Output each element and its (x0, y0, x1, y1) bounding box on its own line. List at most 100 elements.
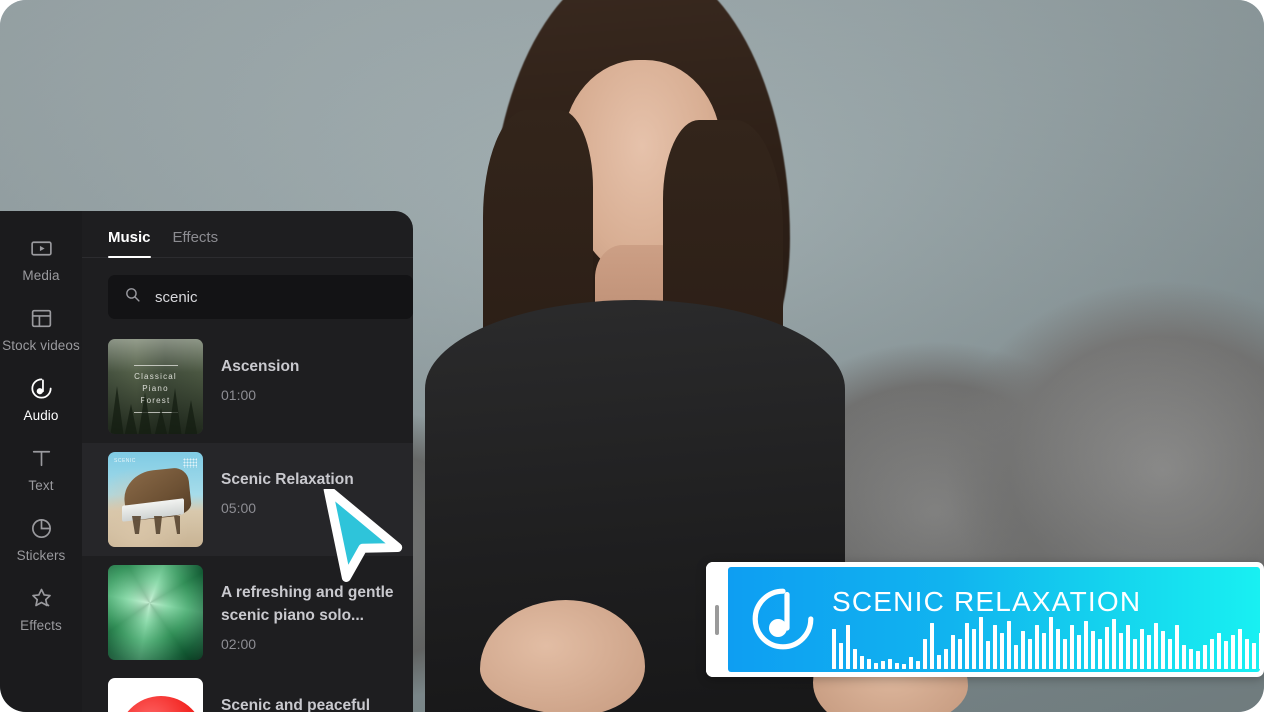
waveform-bar (881, 661, 885, 669)
sidebar-item-media[interactable]: Media (0, 235, 82, 283)
waveform-bar (937, 655, 941, 669)
tool-rail: Media Stock videos Audio Text Stickers E… (0, 211, 82, 712)
app-window: Media Stock videos Audio Text Stickers E… (0, 0, 1264, 712)
waveform-bar (1091, 631, 1095, 669)
drag-handle-icon (715, 604, 719, 635)
album-art-piano: SCENIC (108, 452, 203, 547)
waveform-bar (1112, 619, 1116, 669)
art-piano-legs (132, 516, 180, 534)
waveform-bar (909, 657, 913, 669)
sidebar-item-stickers[interactable]: Stickers (0, 515, 82, 563)
art-trees (108, 339, 203, 434)
waveform-bar (1056, 629, 1060, 669)
waveform-bar (1007, 621, 1011, 669)
waveform-bar (1252, 643, 1256, 669)
album-art-flower (108, 565, 203, 660)
waveform-bar (1133, 639, 1137, 669)
audio-icon (28, 375, 54, 401)
list-item[interactable]: A refreshing and gentle scenic piano sol… (82, 556, 413, 669)
stock-videos-icon (28, 305, 54, 331)
clip-left-handle[interactable] (706, 562, 728, 677)
sidebar-item-effects[interactable]: Effects (0, 585, 82, 633)
waveform-bar (1140, 629, 1144, 669)
waveform-bar (958, 639, 962, 669)
waveform-bar (1070, 625, 1074, 669)
waveform-bar (1063, 639, 1067, 669)
list-item[interactable]: Scenic and peaceful (82, 669, 413, 712)
tab-label: Music (108, 229, 151, 246)
list-item[interactable]: SCENIC Scenic Relaxation 05:00 (82, 443, 413, 556)
track-list[interactable]: Classical Piano Forest Ascension 01:00 S… (82, 330, 413, 712)
track-duration: 02:00 (221, 636, 257, 652)
waveform-bar (916, 661, 920, 669)
waveform-bar (1014, 645, 1018, 669)
search-icon (124, 286, 141, 308)
waveform-bar (1105, 627, 1109, 669)
waveform-bar (1196, 651, 1200, 669)
tab-label: Effects (172, 229, 219, 246)
waveform-bar (1161, 631, 1165, 669)
art-dots (183, 458, 197, 468)
waveform-bar (1245, 639, 1249, 669)
sidebar-item-text[interactable]: Text (0, 445, 82, 493)
sidebar-item-audio[interactable]: Audio (0, 375, 82, 423)
waveform-bar (888, 659, 892, 669)
waveform-bar (1224, 641, 1228, 669)
waveform-bar (1217, 633, 1221, 669)
tab-effects[interactable]: Effects (173, 229, 219, 257)
waveform-bar (986, 641, 990, 669)
waveform-bar (1210, 639, 1214, 669)
album-art-red (108, 678, 203, 712)
clip-body[interactable]: SCENIC RELAXATION (728, 567, 1260, 672)
track-title: A refreshing and gentle scenic piano sol… (221, 584, 394, 624)
waveform-bar (832, 629, 836, 669)
track-title: Ascension (221, 358, 300, 375)
waveform-bar (1168, 639, 1172, 669)
effects-icon (28, 585, 54, 611)
waveform-bar (853, 649, 857, 669)
track-thumbnail (108, 565, 203, 660)
waveform-bar (972, 629, 976, 669)
waveform-bar (902, 664, 906, 669)
sidebar-item-label: Audio (23, 408, 59, 423)
waveform-bar (895, 663, 899, 669)
art-tag: SCENIC (114, 458, 136, 464)
waveform-bar (839, 643, 843, 669)
tab-music[interactable]: Music (108, 229, 151, 258)
track-meta: Scenic and peaceful (221, 678, 370, 712)
sidebar-item-label: Stock videos (2, 338, 80, 353)
waveform-bar (1049, 617, 1053, 669)
waveform-bar (1119, 633, 1123, 669)
waveform-bar (1154, 623, 1158, 669)
waveform-bar (1035, 625, 1039, 669)
waveform-bar (867, 659, 871, 669)
waveform-bar (930, 623, 934, 669)
stickers-icon (28, 515, 54, 541)
audio-note-icon (750, 586, 816, 652)
search-box[interactable] (108, 275, 413, 319)
waveform-bar (1021, 631, 1025, 669)
waveform-bar (1203, 645, 1207, 669)
panel-tab-bar: Music Effects (82, 211, 413, 258)
waveform-bar (1259, 633, 1260, 669)
waveform-bar (1028, 639, 1032, 669)
waveform-bar (951, 635, 955, 669)
search-input[interactable] (153, 287, 397, 307)
waveform-bar (1238, 629, 1242, 669)
waveform-bar (1000, 633, 1004, 669)
album-art-forest: Classical Piano Forest (108, 339, 203, 434)
waveform-bar (1147, 635, 1151, 669)
waveform-bar (1189, 649, 1193, 669)
track-thumbnail: SCENIC (108, 452, 203, 547)
track-title: Scenic Relaxation (221, 471, 354, 488)
list-item[interactable]: Classical Piano Forest Ascension 01:00 (82, 330, 413, 443)
waveform-bar (923, 639, 927, 669)
waveform-bar (1098, 639, 1102, 669)
track-meta: Scenic Relaxation 05:00 (221, 452, 354, 516)
audio-clip-overlay[interactable]: SCENIC RELAXATION (706, 562, 1264, 677)
sidebar-item-stock-videos[interactable]: Stock videos (0, 305, 82, 353)
text-icon (28, 445, 54, 471)
waveform-bar (1182, 645, 1186, 669)
waveform-bar (1042, 633, 1046, 669)
track-duration: 05:00 (221, 500, 257, 516)
